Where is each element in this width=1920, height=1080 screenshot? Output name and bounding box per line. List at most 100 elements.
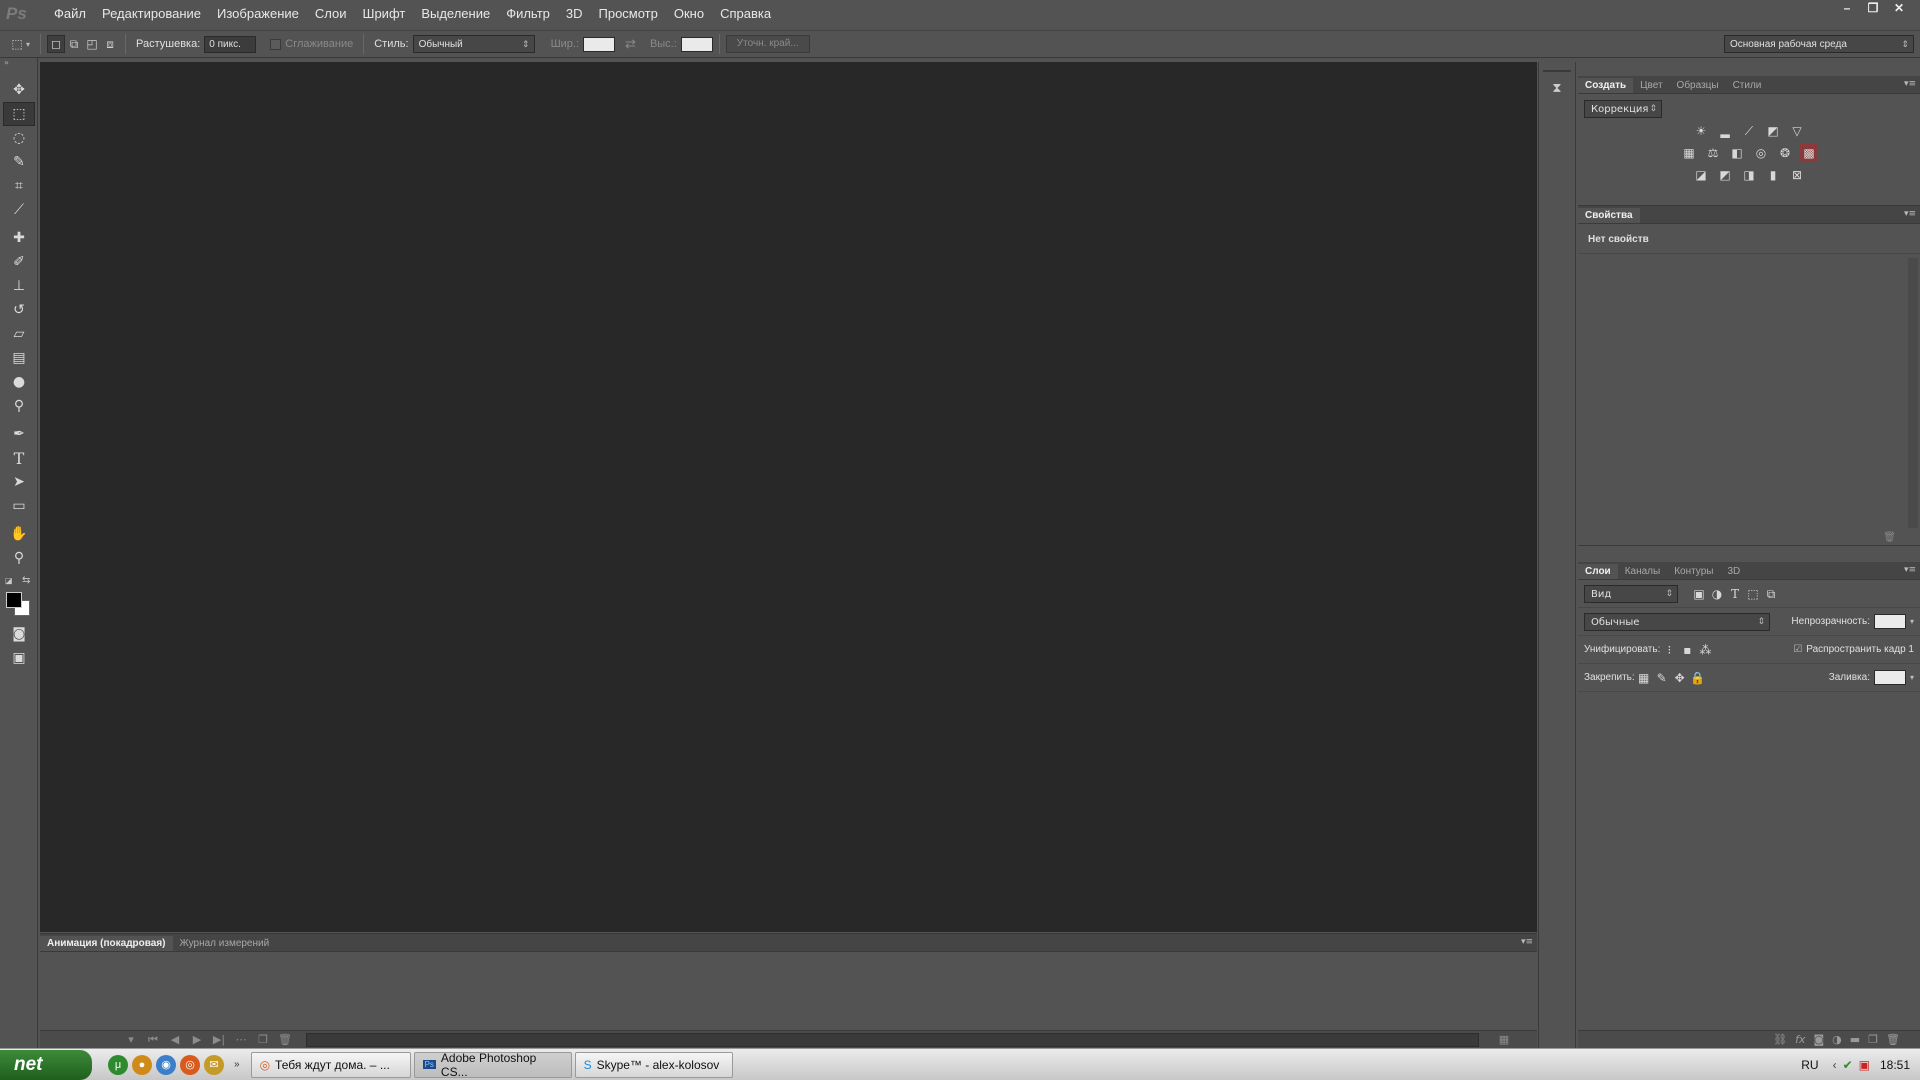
lock-all-icon[interactable]: 🔒 xyxy=(1689,669,1707,687)
antialias-checkbox[interactable] xyxy=(270,38,282,50)
fx-icon[interactable]: fx xyxy=(1795,1033,1805,1046)
panel-menu-icon[interactable]: ▾≡ xyxy=(1904,565,1916,575)
timeline-scrollbar[interactable] xyxy=(306,1032,1479,1047)
posterize-icon[interactable]: ◩ xyxy=(1716,166,1734,184)
tab-measurement-log[interactable]: Журнал измерений xyxy=(173,936,277,951)
panel-menu-icon[interactable]: ▾≡ xyxy=(1904,209,1916,219)
collapse-toolbox-icon[interactable]: » xyxy=(0,58,37,70)
feather-input[interactable]: 0 пикс. xyxy=(204,35,257,53)
photo-filter-icon[interactable]: ◎ xyxy=(1752,144,1770,162)
marquee-tool-icon[interactable]: ⬚ xyxy=(3,102,35,126)
tab-3d[interactable]: 3D xyxy=(1720,564,1747,579)
animation-frames-area[interactable] xyxy=(40,952,1537,1030)
tab-create[interactable]: Создать xyxy=(1578,78,1634,93)
type-filter-icon[interactable]: T xyxy=(1726,585,1744,603)
eyedropper-tool-icon[interactable]: ⟋ xyxy=(3,198,35,222)
healing-tool-icon[interactable]: ✚ xyxy=(3,226,35,250)
channel-mixer-icon[interactable]: ❂ xyxy=(1776,144,1794,162)
gradient-tool-icon[interactable]: ▤ xyxy=(3,346,35,370)
hand-tool-icon[interactable]: ✋ xyxy=(3,522,35,546)
history-panel-icon[interactable]: ⧗ xyxy=(1543,76,1571,100)
zoom-tool-icon[interactable]: ⚲ xyxy=(3,546,35,570)
type-tool-icon[interactable]: T xyxy=(3,446,35,470)
prev-frame-icon[interactable]: ◀ xyxy=(164,1033,186,1046)
menu-layers[interactable]: Слои xyxy=(307,0,355,28)
layer-filter-select[interactable]: Вид xyxy=(1584,584,1678,603)
new-layer-icon[interactable]: ❐ xyxy=(1868,1033,1878,1046)
brightness-icon[interactable]: ☀ xyxy=(1692,122,1710,140)
blend-mode-select[interactable]: Обычные xyxy=(1584,612,1770,631)
utorrent-icon[interactable]: μ xyxy=(108,1054,128,1075)
menu-view[interactable]: Просмотр xyxy=(591,0,666,28)
menu-window[interactable]: Окно xyxy=(666,0,712,28)
unify-style-icon[interactable]: ⁂ xyxy=(1696,641,1714,659)
marquee-preset-icon[interactable]: ⬚ xyxy=(8,35,26,53)
security-icon[interactable]: ✔ xyxy=(1843,1058,1853,1072)
new-group-icon[interactable]: ▬ xyxy=(1850,1033,1860,1046)
trash-icon[interactable]: 🗑 xyxy=(1883,532,1896,543)
refine-edge-button[interactable]: Уточн. край... xyxy=(725,35,810,53)
tab-swatches[interactable]: Образцы xyxy=(1670,78,1726,93)
lock-pixels-icon[interactable]: ✎ xyxy=(1653,669,1671,687)
unify-visibility-icon[interactable]: ▪ xyxy=(1678,641,1696,659)
workspace-select[interactable]: Основная рабочая среда xyxy=(1724,35,1914,53)
shape-filter-icon[interactable]: ⬚ xyxy=(1744,585,1762,603)
quick-mask-icon[interactable]: ◙ xyxy=(3,622,35,646)
foreground-color-swatch[interactable] xyxy=(6,592,22,608)
dodge-tool-icon[interactable]: ⚲ xyxy=(3,394,35,418)
adjustments-preset-select[interactable]: Коррекция xyxy=(1584,100,1662,118)
width-input[interactable] xyxy=(583,36,616,52)
fill-input[interactable] xyxy=(1873,670,1906,685)
tab-properties[interactable]: Свойства xyxy=(1578,208,1640,223)
image-filter-icon[interactable]: ▣ xyxy=(1690,585,1708,603)
panel-menu-icon[interactable]: ▾≡ xyxy=(1904,79,1916,89)
brush-tool-icon[interactable]: ✐ xyxy=(3,250,35,274)
language-indicator[interactable]: RU xyxy=(1801,1058,1818,1072)
first-frame-icon[interactable]: ⏮ xyxy=(142,1033,164,1047)
menu-type[interactable]: Шрифт xyxy=(355,0,414,28)
network-icon[interactable]: ▣ xyxy=(1859,1058,1870,1072)
menu-3d[interactable]: 3D xyxy=(558,0,591,28)
tab-paths[interactable]: Контуры xyxy=(1667,564,1720,579)
quicklaunch-more-icon[interactable]: » xyxy=(234,1059,240,1070)
document-canvas[interactable] xyxy=(40,62,1537,932)
add-selection-icon[interactable]: ⧉ xyxy=(65,35,83,53)
smart-object-filter-icon[interactable]: ⧉ xyxy=(1762,585,1780,603)
layers-list[interactable] xyxy=(1578,692,1920,1032)
black-white-icon[interactable]: ◧ xyxy=(1728,144,1746,162)
restore-button[interactable]: ❐ xyxy=(1860,0,1886,16)
vibrance-icon[interactable]: ▽ xyxy=(1788,122,1806,140)
stamp-tool-icon[interactable]: ⊥ xyxy=(3,274,35,298)
menu-select[interactable]: Выделение xyxy=(413,0,498,28)
chevron-down-icon[interactable]: ▾ xyxy=(1910,617,1914,626)
next-frame-icon[interactable]: ▶| xyxy=(208,1033,230,1046)
panel-menu-icon[interactable]: ▾≡ xyxy=(1521,937,1533,947)
task-skype[interactable]: S Skype™ - alex-kolosov xyxy=(574,1051,733,1078)
browser-icon[interactable]: ◉ xyxy=(156,1054,176,1075)
properties-scrollbar[interactable] xyxy=(1908,258,1918,528)
rectangle-tool-icon[interactable]: ▭ xyxy=(3,494,35,518)
tab-color[interactable]: Цвет xyxy=(1633,78,1669,93)
propagate-checkbox[interactable]: ☑ xyxy=(1793,644,1802,655)
menu-edit[interactable]: Редактирование xyxy=(94,0,209,28)
blur-tool-icon[interactable]: ● xyxy=(3,370,35,394)
history-brush-tool-icon[interactable]: ↺ xyxy=(3,298,35,322)
curves-icon[interactable]: ⟋ xyxy=(1740,122,1758,140)
intersect-selection-icon[interactable]: ⧈ xyxy=(101,35,119,53)
lasso-tool-icon[interactable]: ◌ xyxy=(3,126,35,150)
invert-icon[interactable]: ◪ xyxy=(1692,166,1710,184)
threshold-icon[interactable]: ◨ xyxy=(1740,166,1758,184)
task-browser[interactable]: ◎ Тебя ждут дома. – ... xyxy=(250,1051,411,1078)
chevron-down-icon[interactable]: ▾ xyxy=(26,40,30,49)
move-tool-icon[interactable]: ✥ xyxy=(3,78,35,102)
lock-transparency-icon[interactable]: ▦ xyxy=(1635,669,1653,687)
tray-expand-icon[interactable]: ‹ xyxy=(1833,1058,1837,1072)
new-adjustment-icon[interactable]: ◑ xyxy=(1832,1033,1842,1046)
color-lookup-icon[interactable]: ▩ xyxy=(1800,144,1818,162)
color-balance-icon[interactable]: ⚖ xyxy=(1704,144,1722,162)
swap-colors-icon[interactable]: ⇆ xyxy=(22,575,30,586)
delete-frame-icon[interactable]: 🗑 xyxy=(274,1033,296,1046)
add-mask-icon[interactable]: ◙ xyxy=(1813,1033,1824,1046)
default-colors-icon[interactable]: ◪ xyxy=(5,576,13,585)
opacity-input[interactable] xyxy=(1873,614,1906,629)
